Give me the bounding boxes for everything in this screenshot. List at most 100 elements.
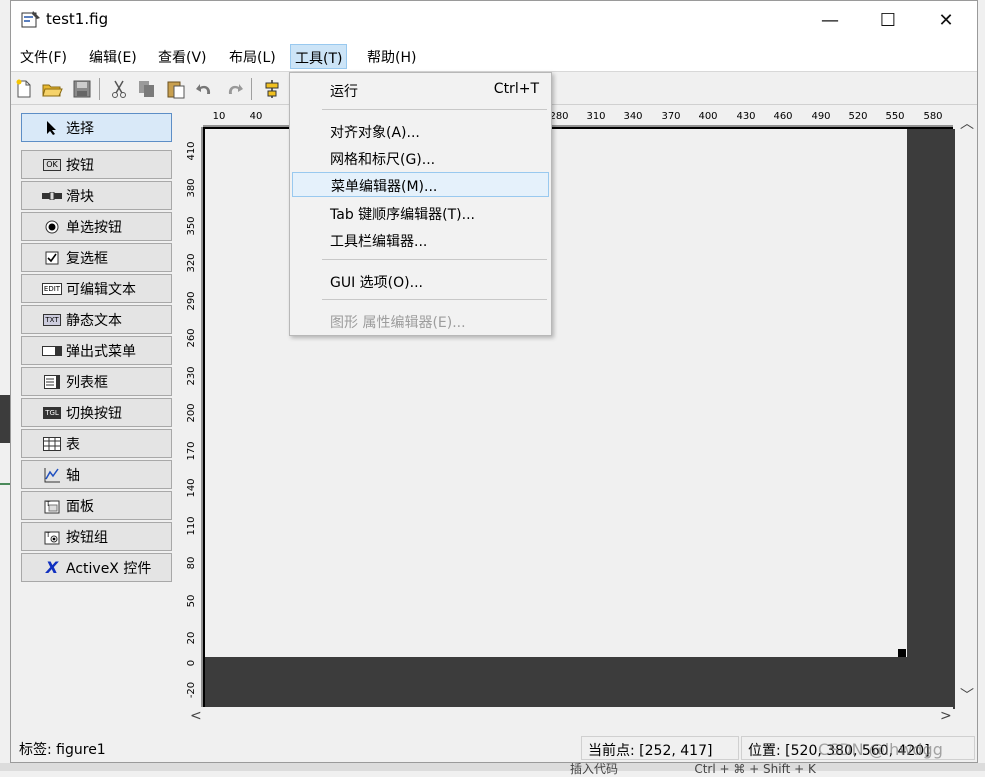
- slider-icon: [42, 188, 62, 204]
- ruler-label: 20: [186, 631, 197, 645]
- tool-listbox[interactable]: 列表框: [21, 367, 172, 396]
- vertical-scrollbar[interactable]: ︿ ﹀: [957, 111, 975, 707]
- menu-bar: 文件(F) 编辑(E) 查看(V) 布局(L) 工具(T) 帮助(H): [11, 39, 977, 72]
- watermark: CSDN @lhwdgg: [818, 740, 943, 759]
- background-accent-line: [0, 483, 10, 485]
- ruler-label: 460: [773, 111, 793, 122]
- menu-item-run[interactable]: 运行 Ctrl+T: [292, 78, 549, 103]
- figure-resize-handle[interactable]: [898, 649, 906, 657]
- ruler-label: 310: [586, 111, 606, 122]
- close-button[interactable]: ✕: [917, 1, 975, 39]
- menu-help[interactable]: 帮助(H): [363, 44, 420, 69]
- scroll-right-icon[interactable]: >: [940, 708, 952, 724]
- tool-axes[interactable]: 轴: [21, 460, 172, 489]
- redo-icon[interactable]: [223, 78, 245, 100]
- align-icon[interactable]: [261, 78, 283, 100]
- menu-item-property-editor: 图形 属性编辑器(E)...: [330, 315, 466, 331]
- menu-item-tab-order-editor[interactable]: Tab 键顺序编辑器(T)...: [292, 201, 549, 226]
- ruler-label: 370: [661, 111, 681, 122]
- toolbar-separator: [251, 78, 252, 100]
- paste-icon[interactable]: [165, 78, 187, 100]
- listbox-icon: [42, 374, 62, 390]
- ruler-label: 410: [186, 141, 197, 161]
- ruler-label: 430: [736, 111, 756, 122]
- menu-tools[interactable]: 工具(T): [290, 44, 348, 69]
- save-icon[interactable]: [71, 78, 93, 100]
- ruler-label: 260: [186, 328, 197, 348]
- new-file-icon[interactable]: [13, 78, 35, 100]
- menu-layout[interactable]: 布局(L): [225, 44, 280, 69]
- menu-edit[interactable]: 编辑(E): [85, 44, 141, 69]
- window-title: test1.fig: [46, 10, 109, 28]
- menu-item-toolbar-editor[interactable]: 工具栏编辑器...: [292, 228, 549, 253]
- background-window-fragment: [0, 395, 10, 443]
- scroll-left-icon[interactable]: <: [190, 708, 202, 724]
- tool-table[interactable]: 表: [21, 429, 172, 458]
- title-bar[interactable]: test1.fig — ☐ ✕: [11, 1, 977, 39]
- ruler-label: 520: [848, 111, 868, 122]
- status-current-point: 当前点: [252, 417]: [581, 736, 739, 760]
- undo-icon[interactable]: [194, 78, 216, 100]
- tool-radio-button[interactable]: 单选按钮: [21, 212, 172, 241]
- activex-icon: X: [45, 558, 59, 577]
- tool-toggle-button[interactable]: TGL 切换按钮: [21, 398, 172, 427]
- horizontal-scrollbar[interactable]: < >: [184, 707, 953, 727]
- tool-button-group[interactable]: T 按钮组: [21, 522, 172, 551]
- menu-file[interactable]: 文件(F): [16, 44, 71, 69]
- ruler-label: 580: [923, 111, 943, 122]
- scroll-up-icon[interactable]: ︿: [960, 113, 974, 133]
- ruler-label: 170: [186, 441, 197, 461]
- tool-push-button[interactable]: OK 按钮: [21, 150, 172, 179]
- static-text-icon: TXT: [43, 313, 61, 326]
- status-tag: 标签: figure1: [19, 742, 106, 758]
- ruler-label: 50: [186, 594, 197, 608]
- button-group-icon: T: [42, 529, 62, 545]
- tool-slider[interactable]: 滑块: [21, 181, 172, 210]
- radio-button-icon: [42, 219, 62, 235]
- tool-select[interactable]: 选择: [21, 113, 172, 142]
- tools-menu-dropdown: 运行 Ctrl+T 对齐对象(A)... 网格和标尺(G)... 菜单编辑器(M…: [289, 72, 552, 336]
- ruler-vertical: 410 380 350 320 290 260 230 200 170 140 …: [184, 127, 203, 707]
- copy-icon[interactable]: [136, 78, 158, 100]
- maximize-button[interactable]: ☐: [859, 1, 917, 39]
- guide-window: test1.fig — ☐ ✕ 文件(F) 编辑(E) 查看(V) 布局(L) …: [10, 0, 978, 763]
- ruler-label: 0: [186, 659, 197, 667]
- menu-item-align-objects[interactable]: 对齐对象(A)...: [292, 119, 549, 144]
- push-button-icon: OK: [42, 157, 62, 173]
- tool-panel[interactable]: T 面板: [21, 491, 172, 520]
- shortcut-label: Ctrl+T: [493, 81, 539, 97]
- fig-file-icon: [21, 11, 40, 28]
- toggle-button-icon: TGL: [43, 406, 61, 419]
- table-icon: [42, 436, 62, 452]
- ruler-label: 550: [885, 111, 905, 122]
- tool-edit-text[interactable]: EDIT 可编辑文本: [21, 274, 172, 303]
- ruler-label: 350: [186, 216, 197, 236]
- menu-item-menu-editor[interactable]: 菜单编辑器(M)...: [292, 172, 549, 197]
- axes-icon: [42, 467, 62, 483]
- ruler-label: 40: [249, 111, 263, 122]
- background-strip: [0, 763, 985, 771]
- scroll-down-icon[interactable]: ﹀: [960, 685, 974, 705]
- minimize-button[interactable]: —: [801, 1, 859, 39]
- menu-item-grid-rulers[interactable]: 网格和标尺(G)...: [292, 146, 549, 171]
- tool-checkbox[interactable]: 复选框: [21, 243, 172, 272]
- checkbox-icon: [42, 250, 62, 266]
- ruler-label: 230: [186, 366, 197, 386]
- tool-static-text[interactable]: TXT 静态文本: [21, 305, 172, 334]
- canvas-outside-area: [907, 129, 955, 709]
- menu-view[interactable]: 查看(V): [154, 44, 211, 69]
- popup-menu-icon: [42, 343, 62, 359]
- edit-text-icon: EDIT: [41, 282, 63, 295]
- tool-popup-menu[interactable]: 弹出式菜单: [21, 336, 172, 365]
- arrow-pointer-icon: [42, 120, 62, 136]
- menu-item-gui-options[interactable]: GUI 选项(O)...: [292, 269, 549, 294]
- ruler-label: 340: [623, 111, 643, 122]
- tool-activex[interactable]: X ActiveX 控件: [21, 553, 172, 582]
- ruler-label: 400: [698, 111, 718, 122]
- cut-icon[interactable]: [108, 78, 130, 100]
- ruler-label: 200: [186, 403, 197, 423]
- ruler-label: 380: [186, 178, 197, 198]
- menu-separator: [322, 299, 547, 300]
- open-folder-icon[interactable]: [41, 78, 63, 100]
- ruler-label: 10: [212, 111, 226, 122]
